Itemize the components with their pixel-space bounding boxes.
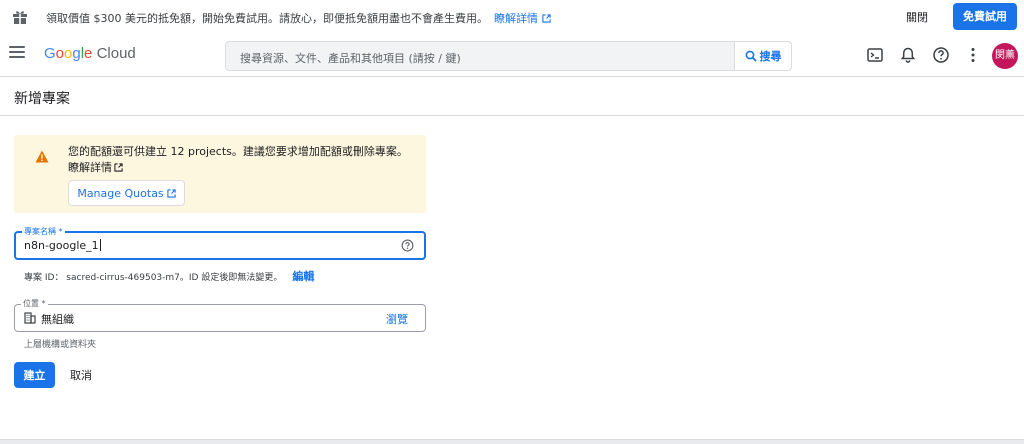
account-avatar[interactable]: 閔薰 xyxy=(992,43,1018,69)
promo-message: 領取價值 $300 美元的抵免額，開始免費試用。請放心，即便抵免額用盡也不會產生… xyxy=(46,10,551,26)
create-project-button[interactable]: 建立 xyxy=(14,362,55,388)
edit-project-id-link[interactable]: 編輯 xyxy=(292,270,314,283)
browse-location-button[interactable]: 瀏覽 xyxy=(386,311,408,327)
more-options-icon[interactable] xyxy=(964,46,982,64)
help-icon[interactable] xyxy=(932,46,950,64)
location-value: 無組織 xyxy=(41,313,74,326)
project-name-field[interactable]: 專案名稱 * n8n-google_1 xyxy=(14,226,426,260)
quota-warning-text: 您的配額還可供建立 12 projects。建議您要求增加配額或刪除專案。 瞭解… xyxy=(68,145,408,176)
external-link-icon xyxy=(541,14,551,23)
gift-icon xyxy=(13,11,27,24)
location-label: 位置 * xyxy=(21,298,48,309)
notifications-bell-icon[interactable] xyxy=(899,46,917,64)
page-title: 新增專案 xyxy=(14,91,70,107)
location-helper-text: 上層機構或資料夾 xyxy=(24,340,97,350)
quota-learn-more-link[interactable]: 瞭解詳情 xyxy=(68,160,123,176)
logo-google-text: Google xyxy=(44,45,93,62)
top-app-bar: Google Cloud 搜尋資源、文件、產品和其他項目 (請按 / 鍵) 搜尋… xyxy=(0,34,1024,76)
project-id-line: 專案 ID： sacred-cirrus-469503-m7。ID 設定後即無法… xyxy=(24,268,314,284)
warning-triangle-icon xyxy=(35,150,49,163)
search-button[interactable]: 搜尋 xyxy=(734,42,791,70)
organization-building-icon xyxy=(24,312,36,324)
project-name-label: 專案名稱 * xyxy=(22,226,65,237)
cancel-button[interactable]: 取消 xyxy=(70,362,92,388)
search-placeholder: 搜尋資源、文件、產品和其他項目 (請按 / 鍵) xyxy=(240,52,461,65)
promo-banner: 領取價值 $300 美元的抵免額，開始免費試用。請放心，即便抵免額用盡也不會產生… xyxy=(0,0,1024,34)
google-cloud-logo[interactable]: Google Cloud xyxy=(44,45,136,62)
project-id-text: 專案 ID： sacred-cirrus-469503-m7。ID 設定後即無法… xyxy=(24,273,283,283)
hamburger-menu-icon[interactable] xyxy=(9,46,25,60)
search-input[interactable]: 搜尋資源、文件、產品和其他項目 (請按 / 鍵) 搜尋 xyxy=(225,41,792,71)
project-name-input[interactable]: n8n-google_1 xyxy=(24,239,101,252)
manage-quotas-button[interactable]: Manage Quotas xyxy=(68,180,185,206)
text-cursor xyxy=(99,239,101,251)
quota-warning-card: 您的配額還可供建立 12 projects。建議您要求增加配額或刪除專案。 瞭解… xyxy=(14,135,426,213)
project-name-help-icon[interactable] xyxy=(401,239,414,252)
promo-dismiss-button[interactable]: 關閉 xyxy=(906,9,928,25)
start-free-trial-button[interactable]: 免費試用 xyxy=(953,3,1017,30)
cloud-shell-icon[interactable] xyxy=(866,46,884,64)
appbar-divider xyxy=(0,76,1024,77)
search-icon xyxy=(745,50,757,62)
logo-cloud-text: Cloud xyxy=(96,45,136,62)
external-link-icon xyxy=(167,188,176,198)
horizontal-scrollbar[interactable] xyxy=(0,439,1024,444)
external-link-icon xyxy=(114,163,123,172)
title-divider xyxy=(0,115,1024,116)
promo-learn-more-link[interactable]: 瞭解詳情 xyxy=(494,12,551,25)
location-field[interactable]: 位置 * 無組織 瀏覽 xyxy=(14,298,426,332)
